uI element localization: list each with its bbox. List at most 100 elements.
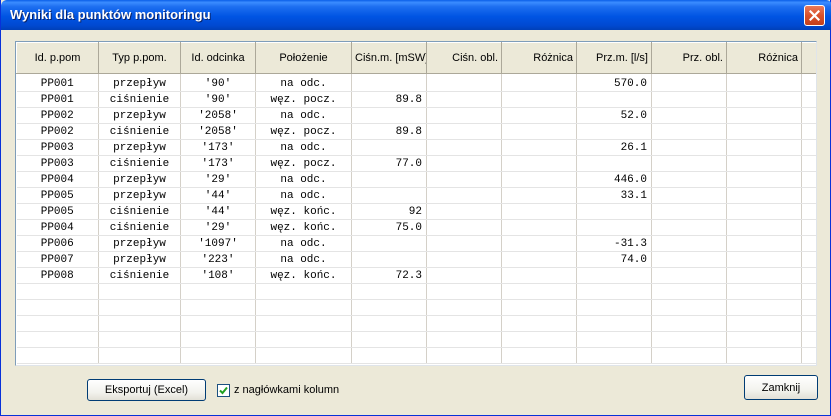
cell-location: na odc.	[255, 139, 352, 156]
cell-measured-pressure	[351, 73, 427, 92]
cell-measured-pressure: 89.8	[351, 91, 427, 108]
table-row[interactable]: PP005 przepływ '44' na odc. 33.1	[16, 187, 816, 204]
cell-pressure-difference	[501, 219, 577, 236]
cell-id: PP005	[16, 187, 99, 204]
column-header-type[interactable]: Typ p.pom.	[98, 42, 181, 74]
table-row[interactable]: PP002 przepływ '2058' na odc. 52.0	[16, 107, 816, 124]
headers-checkbox[interactable]	[217, 384, 230, 397]
cell-filler	[801, 267, 816, 284]
export-excel-button[interactable]: Eksportuj (Excel)	[87, 379, 206, 401]
cell-measured-pressure	[351, 315, 427, 332]
cell-calculated-pressure	[426, 331, 502, 348]
cell-flow-difference	[726, 187, 802, 204]
cell-calculated-pressure	[426, 347, 502, 364]
cell-id: PP007	[16, 251, 99, 268]
cell-type: ciśnienie	[98, 219, 181, 236]
cell-type: ciśnienie	[98, 203, 181, 220]
cell-flow-difference	[726, 171, 802, 188]
column-header-measured-pressure[interactable]: Ciśn.m. [mSW]	[351, 42, 427, 74]
table-row[interactable]: PP001 ciśnienie '90' węz. pocz. 89.8	[16, 91, 816, 108]
cell-measured-pressure	[351, 299, 427, 316]
cell-id	[16, 299, 99, 316]
cell-pressure-difference	[501, 235, 577, 252]
table-row[interactable]	[16, 331, 816, 348]
cell-calculated-flow	[651, 347, 727, 364]
cell-segment-id: '1097'	[180, 235, 256, 252]
cell-calculated-flow	[651, 267, 727, 284]
cell-calculated-pressure	[426, 171, 502, 188]
table-row[interactable]	[16, 315, 816, 332]
table-row[interactable]	[16, 283, 816, 300]
title-bar[interactable]: Wyniki dla punktów monitoringu	[1, 0, 831, 30]
cell-type	[98, 299, 181, 316]
cell-calculated-pressure	[426, 203, 502, 220]
cell-measured-flow	[576, 123, 652, 140]
column-header-measured-flow[interactable]: Prz.m. [l/s]	[576, 42, 652, 74]
table-row[interactable]: PP007 przepływ '223' na odc. 74.0	[16, 251, 816, 268]
cell-calculated-flow	[651, 187, 727, 204]
cell-location	[255, 347, 352, 364]
table-row[interactable]: PP006 przepływ '1097' na odc. -31.3	[16, 235, 816, 252]
cell-segment-id	[180, 331, 256, 348]
table-row[interactable]: PP004 przepływ '29' na odc. 446.0	[16, 171, 816, 188]
column-header-id[interactable]: Id. p.pom	[16, 42, 99, 74]
cell-calculated-flow	[651, 315, 727, 332]
table-row[interactable]: PP008 ciśnienie '108' węz. końc. 72.3	[16, 267, 816, 284]
cell-measured-flow: 52.0	[576, 107, 652, 124]
cell-type: ciśnienie	[98, 91, 181, 108]
table-row[interactable]	[16, 299, 816, 316]
cell-segment-id: '173'	[180, 139, 256, 156]
close-button[interactable]: Zamknij	[744, 375, 818, 400]
column-header-location[interactable]: Położenie	[255, 42, 352, 74]
cell-flow-difference	[726, 203, 802, 220]
cell-location: węz. pocz.	[255, 123, 352, 140]
cell-calculated-pressure	[426, 219, 502, 236]
cell-id: PP002	[16, 107, 99, 124]
cell-measured-flow	[576, 155, 652, 172]
cell-calculated-pressure	[426, 267, 502, 284]
cell-measured-flow	[576, 331, 652, 348]
column-header-flow-difference[interactable]: Różnica	[726, 42, 802, 74]
cell-measured-pressure	[351, 235, 427, 252]
cell-filler	[801, 73, 816, 92]
cell-type: przepływ	[98, 235, 181, 252]
cell-flow-difference	[726, 91, 802, 108]
column-header-calculated-flow[interactable]: Prz. obl.	[651, 42, 727, 74]
cell-calculated-flow	[651, 283, 727, 300]
cell-measured-flow: 570.0	[576, 73, 652, 92]
column-header-calculated-pressure[interactable]: Ciśn. obl.	[426, 42, 502, 74]
cell-calculated-pressure	[426, 187, 502, 204]
cell-pressure-difference	[501, 283, 577, 300]
cell-filler	[801, 347, 816, 364]
cell-calculated-pressure	[426, 91, 502, 108]
table-row[interactable]: PP003 przepływ '173' na odc. 26.1	[16, 139, 816, 156]
cell-pressure-difference	[501, 299, 577, 316]
cell-filler	[801, 283, 816, 300]
cell-calculated-flow	[651, 139, 727, 156]
column-header-pressure-difference[interactable]: Różnica	[501, 42, 577, 74]
table-row[interactable]: PP005 ciśnienie '44' węz. końc. 92	[16, 203, 816, 220]
table-row[interactable]: PP004 ciśnienie '29' węz. końc. 75.0	[16, 219, 816, 236]
cell-segment-id: '44'	[180, 187, 256, 204]
cell-flow-difference	[726, 139, 802, 156]
close-window-button[interactable]	[804, 5, 825, 26]
table-row[interactable]: PP001 przepływ '90' na odc. 570.0	[16, 73, 816, 92]
cell-id	[16, 283, 99, 300]
cell-calculated-flow	[651, 203, 727, 220]
cell-segment-id: '2058'	[180, 123, 256, 140]
cell-id	[16, 315, 99, 332]
column-header-segment-id[interactable]: Id. odcinka	[180, 42, 256, 74]
table-row[interactable]: PP003 ciśnienie '173' węz. pocz. 77.0	[16, 155, 816, 172]
cell-pressure-difference	[501, 171, 577, 188]
cell-measured-pressure	[351, 251, 427, 268]
cell-calculated-flow	[651, 331, 727, 348]
results-grid[interactable]: Id. p.pom Typ p.pom. Id. odcinka Położen…	[15, 41, 817, 366]
cell-measured-pressure	[351, 107, 427, 124]
cell-id: PP006	[16, 235, 99, 252]
headers-checkbox-label[interactable]: z nagłówkami kolumn	[234, 384, 339, 396]
table-row[interactable]	[16, 347, 816, 364]
cell-pressure-difference	[501, 187, 577, 204]
cell-measured-flow: 26.1	[576, 139, 652, 156]
cell-flow-difference	[726, 219, 802, 236]
table-row[interactable]: PP002 ciśnienie '2058' węz. pocz. 89.8	[16, 123, 816, 140]
